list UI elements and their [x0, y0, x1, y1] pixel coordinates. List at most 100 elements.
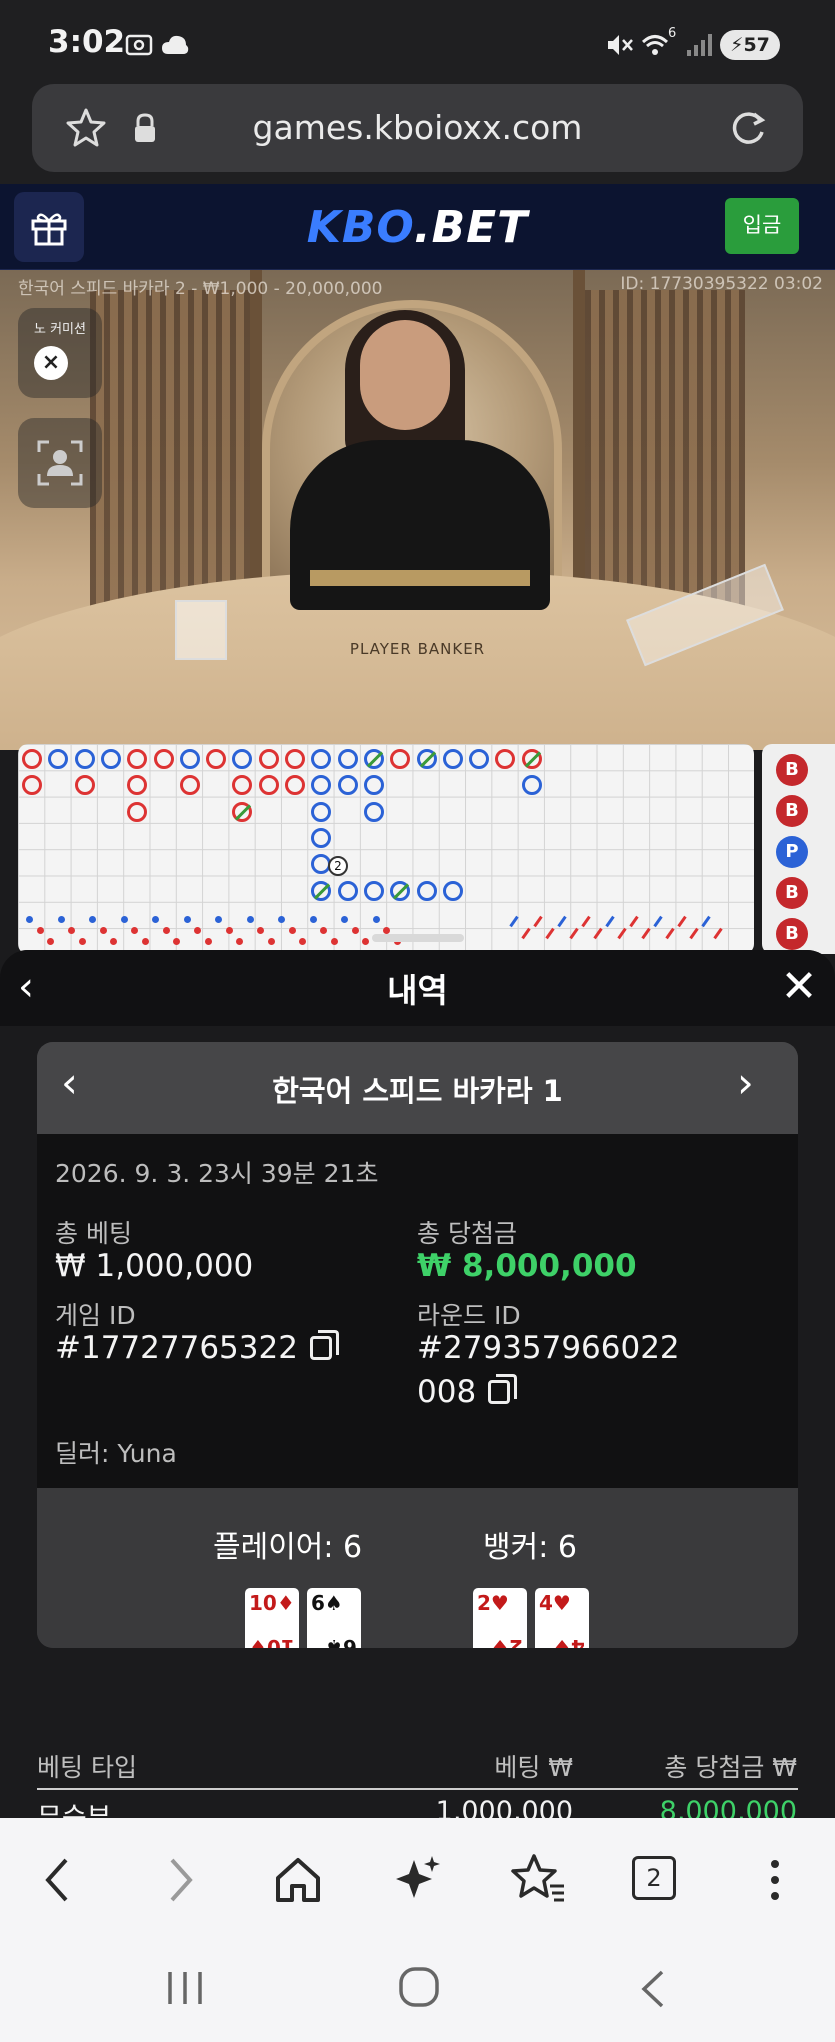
table-felt-text: PLAYER BANKER	[349, 640, 486, 658]
home-button-icon[interactable]	[394, 1962, 444, 2012]
player-cards: 10♦ 10♦ 6♠ 6♠	[245, 1588, 365, 1648]
road-mark	[311, 749, 332, 769]
sheet-header: ‹ 내역 ✕	[0, 950, 835, 1026]
banker-card: 2♥ 2♥	[473, 1588, 527, 1648]
address-bar[interactable]: games.kboioxx.com	[32, 84, 803, 172]
site-header: KBO.BET 입금	[0, 184, 835, 270]
road-mark	[232, 801, 253, 822]
no-commission-toggle[interactable]: 노 커미션 ×	[18, 308, 102, 398]
battery-level: 57	[743, 34, 770, 56]
road-dot	[152, 916, 159, 923]
bets-table-header: 베팅 타입 베팅 ₩ 총 당첨금 ₩	[37, 1740, 798, 1790]
road-dot	[330, 938, 338, 945]
road-slash	[593, 927, 603, 940]
road-dot	[267, 938, 275, 945]
next-game-chevron-icon[interactable]: ›	[737, 1058, 754, 1107]
road-mark	[22, 749, 42, 769]
profile-button[interactable]	[18, 418, 102, 508]
baccarat-roadmap[interactable]: 2	[18, 744, 754, 954]
bead-badge: P	[776, 836, 808, 868]
bead-badge: B	[776, 877, 808, 909]
history-sheet: ‹ 내역 ✕ ‹ 한국어 스피드 바카라 1 › 2026. 9. 3. 23시…	[0, 950, 835, 1820]
road-dot	[372, 916, 380, 923]
road-dot	[78, 938, 86, 945]
road-dot	[236, 938, 243, 945]
recent-apps-icon[interactable]	[160, 1966, 210, 2010]
road-dot	[288, 927, 296, 934]
road-mark	[311, 801, 332, 822]
user-icon	[37, 440, 83, 486]
hands-result: 플레이어: 6 뱅커: 6 10♦ 10♦ 6♠ 6♠ 2♥ 2♥ 4♥ 4♥	[37, 1488, 798, 1648]
banker-score: 뱅커: 6	[483, 1530, 577, 1565]
road-dot	[57, 916, 65, 923]
road-slash	[689, 927, 699, 940]
road-dot	[215, 916, 222, 923]
banker-card: 4♥ 4♥	[535, 1588, 589, 1648]
close-icon[interactable]: ×	[34, 346, 68, 380]
bead-badge: B	[776, 918, 808, 950]
row-total-win: 8,000,000	[659, 1796, 797, 1820]
status-time: 3:02	[48, 24, 126, 60]
game-id-value: #17727765322	[55, 1330, 298, 1366]
ai-sparkle-icon[interactable]	[392, 1852, 444, 1904]
road-mark	[363, 880, 384, 901]
row-bet-type: 무승부	[37, 1803, 112, 1820]
road-slash	[713, 927, 723, 940]
drag-handle[interactable]	[372, 934, 464, 942]
copy-icon[interactable]	[488, 1374, 518, 1404]
road-slash	[509, 915, 519, 928]
reload-icon[interactable]	[726, 106, 770, 150]
road-mark	[442, 749, 463, 769]
signal-icon	[687, 34, 712, 56]
logo-kbo: KBO	[306, 202, 414, 253]
home-icon[interactable]	[272, 1854, 324, 1906]
road-mark	[179, 749, 200, 769]
system-back-icon[interactable]	[630, 1964, 674, 2014]
copy-icon[interactable]	[309, 1330, 339, 1360]
discard-box	[175, 600, 227, 660]
road-slash	[533, 915, 543, 928]
banker-cards: 2♥ 2♥ 4♥ 4♥	[473, 1588, 593, 1648]
road-dot	[36, 927, 44, 934]
sheet-title: 내역	[387, 971, 448, 1010]
back-icon[interactable]	[38, 1850, 78, 1910]
road-mark	[74, 749, 95, 769]
road-slash	[629, 915, 639, 928]
road-mark	[258, 775, 279, 796]
site-logo[interactable]: KBO.BET	[0, 202, 835, 253]
table-row: 무승부 1,000,000 8,000,000	[37, 1792, 798, 1820]
url-text[interactable]: games.kboioxx.com	[32, 84, 803, 172]
more-menu-icon[interactable]	[760, 1850, 790, 1910]
road-slash	[557, 915, 567, 928]
pillar-right	[573, 270, 585, 610]
player-score: 플레이어: 6	[213, 1530, 363, 1565]
bead-badge: B	[776, 754, 808, 786]
road-dot	[131, 927, 138, 934]
live-video-stream[interactable]: PLAYER BANKER 한국어 스피드 바카라 2 - ₩1,000 - 2…	[0, 270, 835, 750]
tabs-icon[interactable]: 2	[632, 1856, 676, 1900]
bead-road-side[interactable]: BBPBB	[762, 744, 835, 954]
road-dot	[257, 927, 264, 934]
road-mark	[311, 775, 332, 796]
browser-bottom-nav: 2	[0, 1818, 835, 1938]
road-mark	[206, 749, 227, 769]
road-dot	[309, 916, 317, 923]
close-icon[interactable]: ✕	[776, 960, 822, 1014]
road-slash	[569, 927, 579, 940]
bookmarks-icon[interactable]	[510, 1852, 566, 1904]
road-dot	[204, 938, 212, 945]
total-bet-label: 총 베팅	[55, 1219, 132, 1248]
round-details: 2026. 9. 3. 23시 39분 21초 총 베팅 ₩ 1,000,000…	[37, 1134, 798, 1488]
road-slash	[653, 915, 663, 928]
round-datetime: 2026. 9. 3. 23시 39분 21초	[55, 1159, 379, 1188]
deposit-button[interactable]: 입금	[725, 198, 799, 254]
road-mark	[521, 749, 542, 769]
cloud-icon	[162, 35, 189, 54]
road-dot	[162, 927, 170, 934]
table-round-id: ID: 17730395322 03:02	[620, 274, 823, 294]
dealer-belt	[310, 570, 530, 586]
road-mark	[363, 801, 384, 822]
road-mark	[311, 880, 332, 901]
round-detail-card: ‹ 한국어 스피드 바카라 1 › 2026. 9. 3. 23시 39분 21…	[37, 1042, 798, 1648]
forward-icon[interactable]	[160, 1850, 200, 1910]
